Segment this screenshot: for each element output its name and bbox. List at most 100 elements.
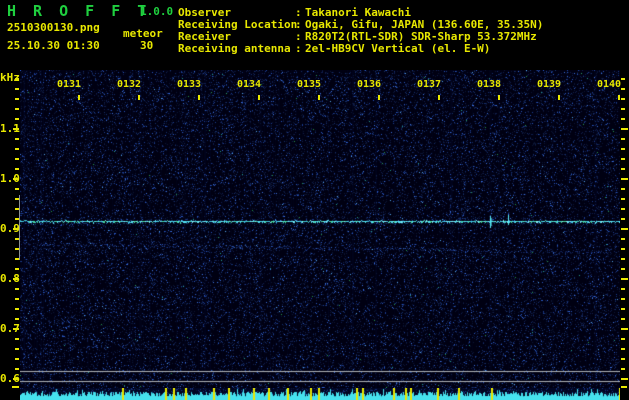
info-row-receiver: Receiver : R820T2(RTL-SDR) SDR-Sharp 53.…: [178, 30, 537, 43]
tick-mark: [618, 95, 620, 100]
tick-mark: [15, 168, 19, 170]
antenna-value: 2el-HB9CV Vertical (el. E-W): [305, 42, 491, 55]
tick-mark: [15, 198, 19, 200]
tick-mark: [558, 95, 560, 100]
tick-mark: [621, 328, 628, 330]
tick-mark: [621, 158, 625, 160]
tick-mark: [621, 98, 625, 100]
tick-mark: [621, 318, 625, 320]
tick-mark: [13, 328, 19, 330]
tick-mark: [15, 188, 19, 190]
tick-mark: [621, 338, 625, 340]
tick-mark: [15, 308, 19, 310]
tick-mark: [15, 138, 19, 140]
tick-mark: [258, 95, 260, 100]
y-tick-label-0-6: 0.6: [0, 372, 20, 385]
tick-mark: [15, 318, 19, 320]
tick-mark: [621, 238, 625, 240]
tick-mark: [621, 348, 625, 350]
tick-mark: [378, 95, 380, 100]
tick-mark: [15, 148, 19, 150]
app-version: 1.0.0: [140, 5, 174, 18]
tick-mark: [13, 228, 19, 230]
tick-mark: [621, 168, 625, 170]
tick-mark: [15, 298, 19, 300]
info-row-observer: Observer : Takanori Kawachi: [178, 6, 411, 19]
tick-mark: [15, 368, 19, 370]
tick-mark: [621, 208, 625, 210]
tick-mark: [12, 386, 19, 388]
tick-mark: [621, 386, 627, 388]
tick-mark: [621, 128, 628, 130]
y-tick-label-0-8: 0.8: [0, 272, 20, 285]
tick-mark: [13, 378, 19, 380]
tick-mark: [15, 288, 19, 290]
time-label-0132: 0132: [117, 79, 142, 90]
tick-mark: [15, 358, 19, 360]
tick-mark: [621, 78, 625, 80]
tick-mark: [621, 308, 625, 310]
tick-mark: [15, 98, 19, 100]
tick-mark: [15, 268, 19, 270]
signal-level-strip: [20, 388, 620, 400]
tick-mark: [621, 198, 625, 200]
record-datetime: 25.10.30 01:30: [7, 39, 100, 52]
tick-mark: [15, 88, 19, 90]
tick-mark: [621, 278, 628, 280]
tick-mark: [621, 378, 628, 380]
tick-mark: [621, 288, 625, 290]
tick-mark: [621, 268, 625, 270]
time-label-0139: 0139: [537, 79, 562, 90]
time-label-0135: 0135: [297, 79, 322, 90]
tick-mark: [621, 298, 625, 300]
tick-mark: [621, 368, 625, 370]
tick-mark: [438, 95, 440, 100]
tick-mark: [621, 148, 625, 150]
time-label-0140: 0140: [597, 79, 622, 90]
tick-mark: [13, 178, 19, 180]
tick-mark: [621, 188, 625, 190]
colon: :: [295, 42, 302, 55]
tick-mark: [15, 158, 19, 160]
tick-mark: [621, 88, 625, 90]
spectrogram-canvas: [20, 70, 620, 388]
info-row-location: Receiving Location : Ogaki, Gifu, JAPAN …: [178, 18, 543, 31]
info-row-antenna: Receiving antenna : 2el-HB9CV Vertical (…: [178, 42, 490, 55]
y-tick-label-1-1: 1.1: [0, 122, 20, 135]
tick-mark: [198, 95, 200, 100]
tick-mark: [621, 228, 628, 230]
tick-mark: [13, 278, 19, 280]
tick-mark: [15, 118, 19, 120]
time-label-0137: 0137: [417, 79, 442, 90]
tick-mark: [15, 338, 19, 340]
tick-mark: [621, 178, 628, 180]
time-label-0138: 0138: [477, 79, 502, 90]
tick-mark: [621, 218, 625, 220]
time-label-0136: 0136: [357, 79, 382, 90]
time-label-0134: 0134: [237, 79, 262, 90]
tick-mark: [15, 108, 19, 110]
hrofft-output: { "app": { "name": "H R O F F T", "versi…: [0, 0, 629, 400]
y-tick-label-1-0: 1.0: [0, 172, 20, 185]
y-tick-label-0-7: 0.7: [0, 322, 20, 335]
tick-mark: [318, 95, 320, 100]
tick-mark: [15, 248, 19, 250]
tick-mark: [621, 258, 625, 260]
tick-mark: [621, 118, 625, 120]
y-tick-label-0-9: 0.9: [0, 222, 20, 235]
tick-mark: [15, 208, 19, 210]
tick-mark: [78, 95, 80, 100]
tick-mark: [13, 128, 19, 130]
tick-mark: [15, 348, 19, 350]
tick-mark: [15, 78, 19, 80]
tick-mark: [15, 238, 19, 240]
tick-mark: [15, 258, 19, 260]
tick-mark: [498, 95, 500, 100]
time-label-0131: 0131: [57, 79, 82, 90]
tick-mark: [15, 218, 19, 220]
output-filename: 2510300130.png: [7, 21, 100, 34]
interval-value: 30: [140, 39, 154, 52]
tick-mark: [621, 358, 625, 360]
tick-mark: [621, 108, 625, 110]
time-label-0133: 0133: [177, 79, 202, 90]
